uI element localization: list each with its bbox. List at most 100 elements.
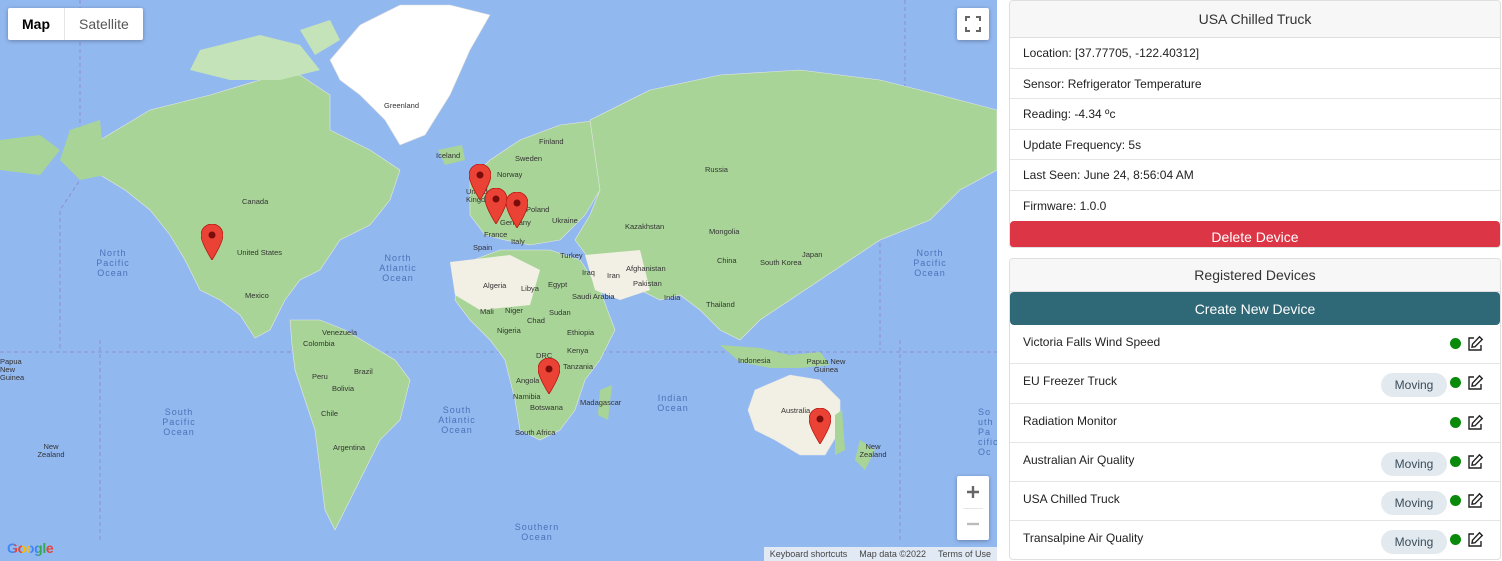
device-name[interactable]: Victoria Falls Wind Speed xyxy=(1023,335,1160,349)
map-marker-france[interactable] xyxy=(485,188,507,224)
map-marker-victoria-falls[interactable] xyxy=(538,358,560,394)
map-label-japan: Japan xyxy=(802,250,823,259)
registered-devices-card: Registered Devices Create New Device Vic… xyxy=(1009,258,1501,560)
map-label-madagascar: Madagascar xyxy=(580,398,622,407)
map-label-canada: Canada xyxy=(242,197,269,206)
map-label-russia: Russia xyxy=(705,165,728,174)
edit-icon[interactable] xyxy=(1466,492,1484,510)
terms-of-use-link[interactable]: Terms of Use xyxy=(932,547,997,561)
map-label-sweden: Sweden xyxy=(515,154,543,163)
device-row-transalpine-air[interactable]: Transalpine Air Quality Moving xyxy=(1010,521,1500,559)
map-type-control: Map Satellite xyxy=(8,8,143,40)
edit-icon[interactable] xyxy=(1466,335,1484,353)
map-marker-germany[interactable] xyxy=(506,192,528,228)
map-label-venezuela: Venezuela xyxy=(322,328,358,337)
map-label-kenya: Kenya xyxy=(567,346,589,355)
map-view[interactable]: Greenland Iceland Finland Norway Sweden … xyxy=(0,0,997,561)
map-label-norway: Norway xyxy=(497,170,523,179)
registered-devices-title: Registered Devices xyxy=(1010,259,1500,292)
app-root: Greenland Iceland Finland Norway Sweden … xyxy=(0,0,1502,561)
map-label-iceland: Iceland xyxy=(436,151,461,160)
map-label-iraq: Iraq xyxy=(582,268,595,277)
map-label-south-korea: South Korea xyxy=(760,258,802,267)
ocean-southern: Southern Ocean xyxy=(514,522,560,542)
edit-icon[interactable] xyxy=(1466,453,1484,471)
edit-icon[interactable] xyxy=(1466,414,1484,432)
ocean-south-atlantic: South Atlantic Ocean xyxy=(438,405,476,435)
device-name[interactable]: Transalpine Air Quality xyxy=(1023,531,1143,545)
map-label-algeria: Algeria xyxy=(483,281,507,290)
fullscreen-button[interactable] xyxy=(957,8,989,40)
map-label-indonesia: Indonesia xyxy=(738,356,771,365)
device-update-frequency: Update Frequency: 5s xyxy=(1010,130,1500,160)
map-label-greenland: Greenland xyxy=(384,101,420,110)
map-marker-usa[interactable] xyxy=(201,224,223,260)
map-label-china: China xyxy=(717,256,737,265)
map-marker-australia[interactable] xyxy=(809,408,831,444)
create-device-button[interactable]: Create New Device xyxy=(1010,292,1500,325)
map-label-ukraine: Ukraine xyxy=(552,216,578,225)
moving-badge: Moving xyxy=(1381,451,1447,476)
device-firmware: Firmware: 1.0.0 xyxy=(1023,198,1107,213)
ocean-south-pacific: South Pacific Ocean xyxy=(162,407,196,437)
moving-badge: Moving xyxy=(1381,530,1447,555)
map-label-new-zealand-west: New Zealand xyxy=(37,442,65,459)
map-label-namibia: Namibia xyxy=(513,392,541,401)
zoom-out-button[interactable] xyxy=(957,508,989,540)
map-label-peru: Peru xyxy=(312,372,328,381)
status-online-dot xyxy=(1450,534,1461,546)
keyboard-shortcuts-link[interactable]: Keyboard shortcuts xyxy=(764,547,854,561)
map-label-italy: Italy xyxy=(511,237,525,246)
device-reading: Reading: -4.34 ºc xyxy=(1010,99,1500,130)
map-label-australia: Australia xyxy=(781,406,811,415)
map-label-iran: Iran xyxy=(607,271,620,280)
map-label-south-africa: South Africa xyxy=(515,428,556,437)
zoom-in-button[interactable] xyxy=(957,476,989,508)
fullscreen-icon xyxy=(965,16,981,32)
map-label-finland: Finland xyxy=(539,137,564,146)
ocean-indian: Indian Ocean xyxy=(657,393,689,413)
map-label-papua-new-guinea: Papua New Guinea xyxy=(806,357,846,374)
device-name[interactable]: Australian Air Quality xyxy=(1023,453,1134,467)
zoom-control xyxy=(957,476,989,540)
map-label-nigeria: Nigeria xyxy=(497,326,521,335)
map-label-angola: Angola xyxy=(516,376,540,385)
device-name[interactable]: USA Chilled Truck xyxy=(1023,492,1120,506)
map-label-france: France xyxy=(484,230,508,239)
map-label-colombia: Colombia xyxy=(303,339,335,348)
map-label-mali: Mali xyxy=(480,307,494,316)
map-label-tanzania: Tanzania xyxy=(563,362,594,371)
delete-device-button[interactable]: Delete Device xyxy=(1010,221,1500,247)
map-label-saudi-arabia: Saudi Arabia xyxy=(572,292,615,301)
map-label-afghanistan: Afghanistan xyxy=(626,264,666,273)
map-label-papua-new-guinea-west: Papua New Guinea xyxy=(0,358,25,382)
device-row-eu-freezer[interactable]: EU Freezer Truck Moving xyxy=(1010,364,1500,404)
ocean-north-pacific-east: North Pacific Ocean xyxy=(913,248,947,278)
edit-icon[interactable] xyxy=(1466,374,1484,392)
map-label-mongolia: Mongolia xyxy=(709,227,740,236)
device-row-usa-chilled[interactable]: USA Chilled Truck Moving xyxy=(1010,482,1500,522)
map-label-new-zealand-east: New Zealand xyxy=(859,442,887,459)
device-location: Location: [37.77705, -122.40312] xyxy=(1010,38,1500,69)
map-label-chile: Chile xyxy=(321,409,339,418)
map-label-turkey: Turkey xyxy=(560,251,583,260)
map-label-mexico: Mexico xyxy=(245,291,269,300)
minus-icon xyxy=(967,522,979,526)
plus-icon xyxy=(967,486,979,498)
map-label-india: India xyxy=(664,293,681,302)
device-sensor: Sensor: Refrigerator Temperature xyxy=(1010,69,1500,99)
map-label-pakistan: Pakistan xyxy=(633,279,662,288)
device-row-victoria-falls[interactable]: Victoria Falls Wind Speed xyxy=(1010,325,1500,365)
device-row-australian-air[interactable]: Australian Air Quality Moving xyxy=(1010,443,1500,483)
edit-icon[interactable] xyxy=(1466,531,1484,549)
map-type-map-button[interactable]: Map xyxy=(8,8,65,40)
map-label-united-states: United States xyxy=(237,248,283,257)
map-label-sudan: Sudan xyxy=(549,308,571,317)
device-name[interactable]: EU Freezer Truck xyxy=(1023,374,1117,388)
device-row-radiation[interactable]: Radiation Monitor xyxy=(1010,404,1500,443)
device-name[interactable]: Radiation Monitor xyxy=(1023,414,1117,428)
map-label-libya: Libya xyxy=(521,284,539,293)
map-type-satellite-button[interactable]: Satellite xyxy=(65,8,143,40)
map-label-kazakhstan: Kazakhstan xyxy=(625,222,665,231)
moving-badge: Moving xyxy=(1381,491,1447,516)
